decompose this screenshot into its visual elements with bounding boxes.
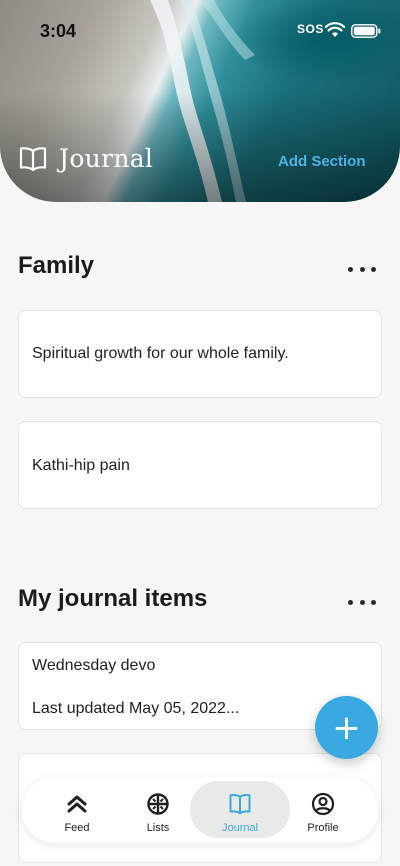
page-title: Journal [59, 144, 154, 173]
status-bar: 3:04 SOS [0, 0, 400, 60]
lists-icon [147, 793, 169, 815]
journal-items-more-button[interactable] [348, 596, 376, 608]
journal-card[interactable]: Kathi-hip pain [18, 421, 382, 509]
plus-icon: + [332, 707, 361, 748]
more-dot-icon [348, 599, 353, 605]
profile-icon [311, 792, 335, 816]
header-title-group: Journal [19, 144, 153, 173]
section-title-my-journal-items: My journal items [18, 585, 208, 612]
more-dot-icon [359, 266, 365, 272]
nav-label: Journal [221, 822, 259, 834]
more-dot-icon [371, 266, 376, 272]
more-dot-icon [359, 599, 365, 605]
journal-icon [229, 794, 251, 815]
nav-item-profile[interactable]: Profile [280, 777, 366, 843]
card-text: Spiritual growth for our whole family. [32, 345, 289, 362]
section-title-family: Family [18, 252, 95, 279]
feed-icon [67, 795, 87, 813]
card-text: Kathi-hip pain [32, 457, 130, 474]
more-dot-icon [371, 599, 376, 605]
nav-item-feed[interactable]: Feed [34, 777, 120, 843]
wifi-icon [325, 22, 345, 37]
add-section-button[interactable]: Add Section [278, 153, 366, 170]
family-more-button[interactable] [348, 263, 376, 275]
journal-card[interactable]: Spiritual growth for our whole family. [18, 310, 382, 398]
nav-item-lists[interactable]: Lists [115, 777, 201, 843]
open-book-icon [19, 146, 47, 171]
nav-label: Profile [307, 822, 339, 834]
status-sos: SOS [297, 22, 324, 36]
nav-item-journal[interactable]: Journal [190, 781, 290, 838]
journal-item-title: Wednesday devo [32, 657, 156, 674]
battery-icon [351, 24, 381, 38]
journal-item-updated: Last updated May 05, 2022... [32, 700, 240, 717]
nav-label: Lists [146, 822, 170, 834]
status-time: 3:04 [40, 21, 77, 41]
more-dot-icon [348, 266, 353, 272]
bottom-nav: Feed Lists Journal Profile [22, 777, 378, 843]
add-entry-button[interactable]: + [315, 696, 378, 759]
header-hero: 3:04 SOS Journal Add Section [0, 0, 400, 202]
nav-label: Feed [64, 822, 90, 834]
